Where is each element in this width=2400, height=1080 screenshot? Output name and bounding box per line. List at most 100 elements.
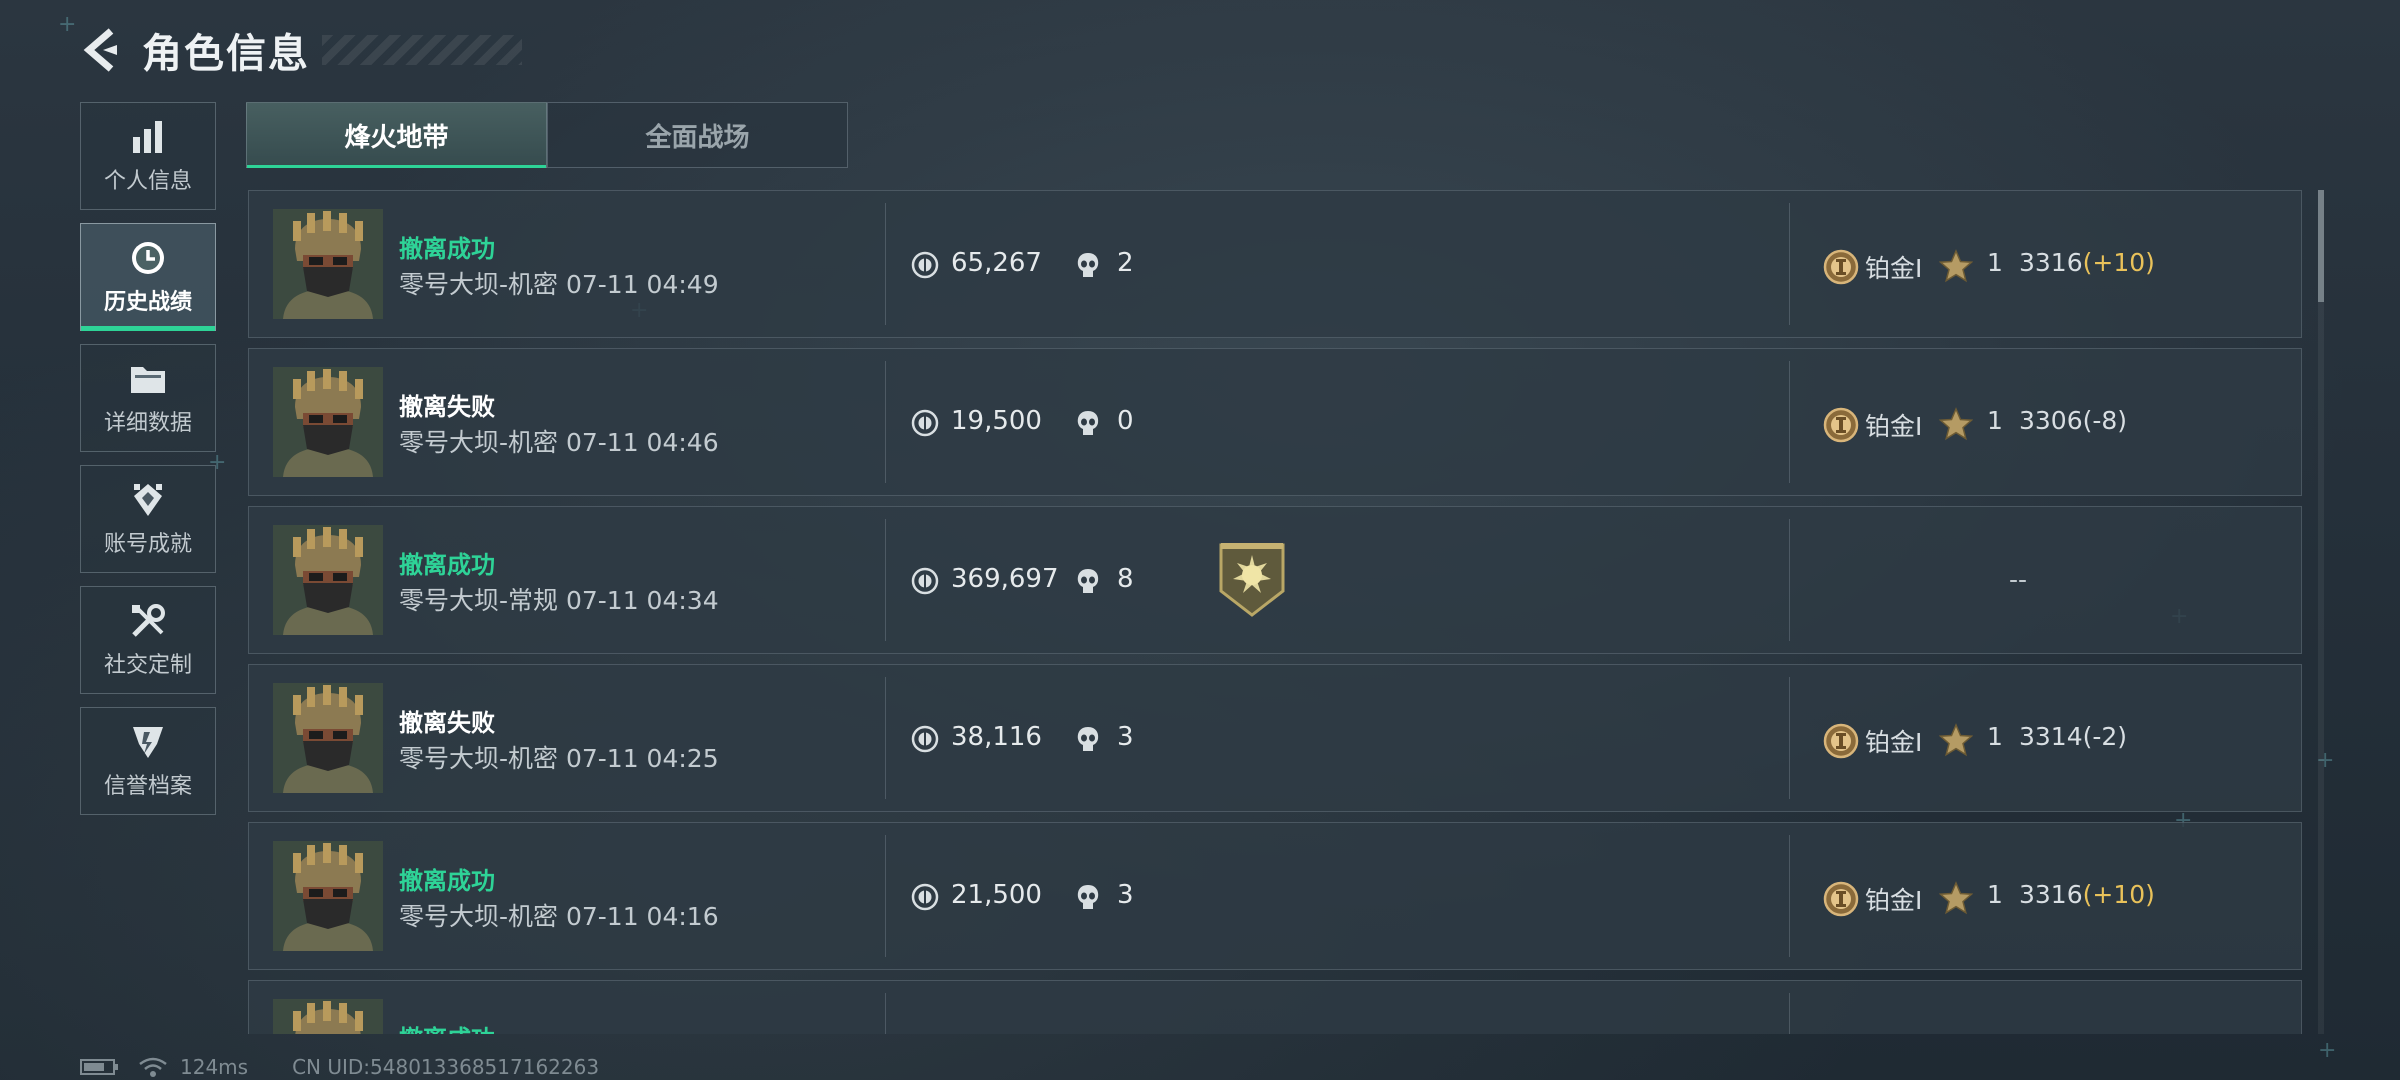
tools-icon xyxy=(130,601,166,641)
table-row[interactable]: 撤离失败 零号大坝-机密 07-11 04:25 38,116 3 铂金I 1 … xyxy=(248,664,2302,812)
page-title: 角色信息 xyxy=(142,31,310,77)
sidebar-item-label: 历史战绩 xyxy=(103,290,192,315)
decor-cross: + xyxy=(2318,1038,2337,1063)
loot-value: 369,697 xyxy=(951,564,1059,594)
extraction-result: 撤离成功 xyxy=(399,551,495,579)
table-row[interactable]: 撤离成功 零号大坝-常规 07-11 04:34 369,697 8 -- xyxy=(248,506,2302,654)
scroll-thumb[interactable] xyxy=(2318,190,2324,302)
skull-icon xyxy=(1077,569,1099,593)
sidebar-item-reputation[interactable]: 信誉档案 xyxy=(80,707,216,815)
divider xyxy=(885,519,886,641)
rank-icon xyxy=(1823,249,1859,285)
loot-value: 19,500 xyxy=(951,406,1042,436)
avatar xyxy=(273,209,383,319)
rank-score: 3314(-2) xyxy=(2019,722,2127,751)
divider xyxy=(1789,677,1790,799)
avatar xyxy=(273,683,383,793)
table-row[interactable]: 撤离成功 零号大坝-机密 07-11 04:16 21,500 3 铂金I 1 … xyxy=(248,822,2302,970)
rank-name: 铂金I xyxy=(1865,886,1923,915)
sidebar-item-achievements[interactable]: 账号成就 xyxy=(80,465,216,573)
map-and-time: 零号大坝-机密 07-11 04:25 xyxy=(399,744,719,773)
divider xyxy=(1789,993,1790,1034)
kill-count: 8 xyxy=(1117,564,1134,594)
tab-warzone[interactable]: 烽火地带 xyxy=(246,102,547,168)
divider xyxy=(1789,203,1790,325)
star-icon xyxy=(1939,881,1973,915)
table-row[interactable]: 撤离失败 零号大坝-机密 07-11 04:46 19,500 0 铂金I 1 … xyxy=(248,348,2302,496)
coin-icon xyxy=(911,725,939,753)
loot-value: 65,267 xyxy=(951,248,1042,278)
star-count: 1 xyxy=(1987,722,2003,751)
table-row[interactable]: 撤离成功 零号大坝-机密 07-11 04:49 65,267 2 铂金I 1 … xyxy=(248,190,2302,338)
rank-icon xyxy=(1823,723,1859,759)
divider xyxy=(885,993,886,1034)
avatar xyxy=(273,367,383,477)
rank-icon xyxy=(1823,881,1859,917)
score-value: 3316 xyxy=(2019,248,2083,277)
sidebar-item-personal-info[interactable]: 个人信息 xyxy=(80,102,216,210)
wifi-icon xyxy=(139,1057,167,1077)
match-history-list[interactable]: 撤离成功 零号大坝-机密 07-11 04:49 65,267 2 铂金I 1 … xyxy=(248,190,2302,1034)
sidebar: 个人信息 历史战绩 详细数据 账号成就 社交定制 信誉档案 xyxy=(80,102,218,828)
sidebar-item-label: 个人信息 xyxy=(103,169,192,194)
score-delta: (+10) xyxy=(2082,248,2155,277)
score-value: 3314 xyxy=(2019,722,2083,751)
coin-icon xyxy=(911,409,939,437)
rank-score: 3306(-8) xyxy=(2019,406,2127,435)
page-header: 角色信息 xyxy=(78,22,522,78)
avatar xyxy=(273,525,383,635)
divider xyxy=(1789,361,1790,483)
tab-full-battlefield[interactable]: 全面战场 xyxy=(547,102,848,168)
divider xyxy=(1789,835,1790,957)
extraction-result: 撤离成功 xyxy=(399,235,495,263)
map-and-time: 零号大坝-机密 07-11 04:16 xyxy=(399,902,719,931)
divider xyxy=(885,361,886,483)
loot-value: 21,500 xyxy=(951,880,1042,910)
extraction-result: 撤离成功 xyxy=(399,867,495,895)
soldier-portrait xyxy=(273,841,383,951)
sidebar-item-label: 社交定制 xyxy=(103,653,192,678)
skull-icon xyxy=(1077,727,1099,751)
back-arrow-icon xyxy=(83,28,117,72)
score-delta: (-2) xyxy=(2082,722,2128,751)
sidebar-item-label: 信誉档案 xyxy=(103,774,192,799)
rank-name: 铂金I xyxy=(1865,728,1923,757)
divider xyxy=(885,203,886,325)
star-icon xyxy=(1939,723,1973,757)
extraction-result: 撤离成功 xyxy=(399,1019,495,1034)
back-button[interactable] xyxy=(78,22,124,78)
skull-icon xyxy=(1077,885,1099,909)
title-decoration xyxy=(322,35,522,65)
score-delta: (+10) xyxy=(2082,880,2155,909)
list-scrollbar[interactable] xyxy=(2318,190,2324,1034)
extraction-result: 撤离失败 xyxy=(399,393,495,421)
rank-placeholder: -- xyxy=(2009,565,2028,594)
rank-name: 铂金I xyxy=(1865,412,1923,441)
sidebar-item-history[interactable]: 历史战绩 xyxy=(80,223,216,331)
loot-value: 38,116 xyxy=(951,722,1042,752)
sidebar-item-social[interactable]: 社交定制 xyxy=(80,586,216,694)
map-and-time: 零号大坝-机密 07-11 04:49 xyxy=(399,270,719,299)
coin-icon xyxy=(911,251,939,279)
kill-count: 0 xyxy=(1117,406,1134,436)
decor-cross: + xyxy=(58,12,77,37)
star-count: 1 xyxy=(1987,880,2003,909)
soldier-portrait xyxy=(273,367,383,477)
score-value: 3316 xyxy=(2019,880,2083,909)
table-row[interactable]: 撤离成功 xyxy=(248,980,2302,1034)
avatar xyxy=(273,999,383,1034)
battery-icon xyxy=(80,1059,118,1075)
divider xyxy=(885,677,886,799)
kill-count: 3 xyxy=(1117,722,1134,752)
rank-name: 铂金I xyxy=(1865,254,1923,283)
folder-icon xyxy=(129,359,167,399)
star-icon xyxy=(1939,249,1973,283)
divider xyxy=(1789,519,1790,641)
map-and-time: 零号大坝-机密 07-11 04:46 xyxy=(399,428,719,457)
sidebar-item-details[interactable]: 详细数据 xyxy=(80,344,216,452)
soldier-portrait xyxy=(273,209,383,319)
soldier-portrait xyxy=(273,525,383,635)
star-count: 1 xyxy=(1987,406,2003,435)
avatar xyxy=(273,841,383,951)
rank-score: 3316(+10) xyxy=(2019,880,2155,909)
